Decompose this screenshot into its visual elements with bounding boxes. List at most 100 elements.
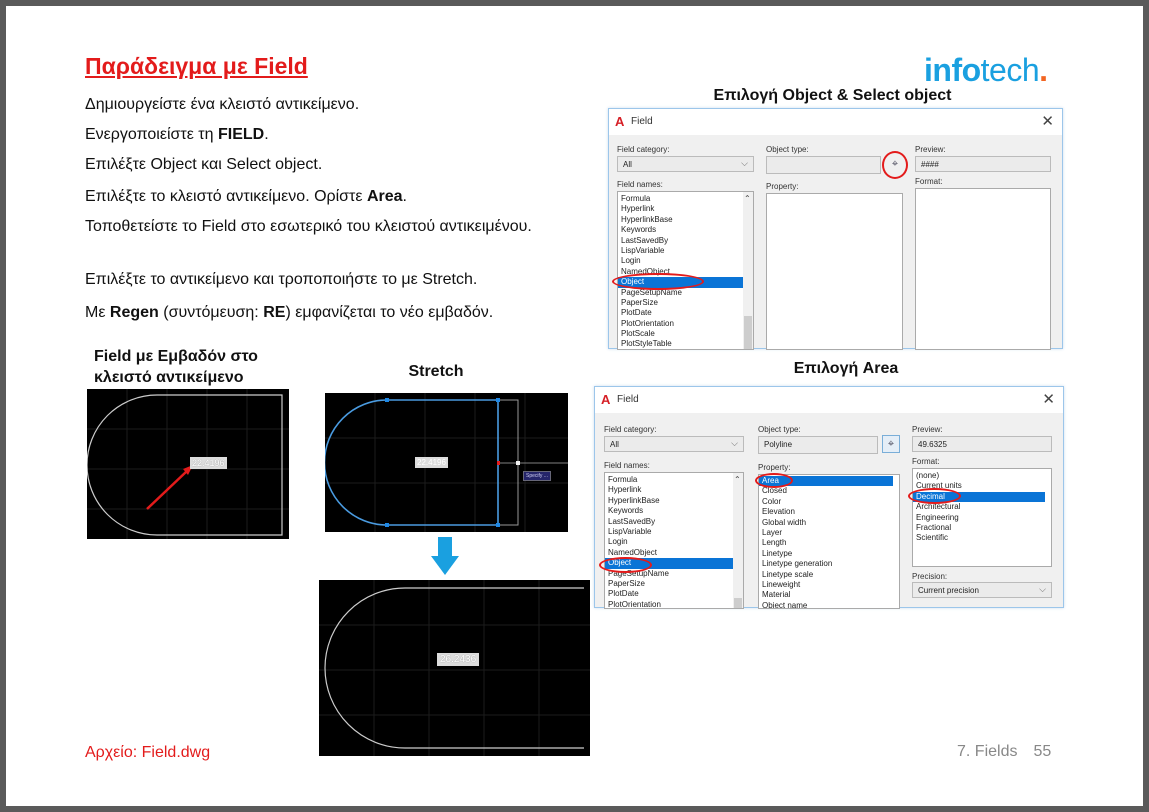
dialog-title: Field [617,394,639,405]
list-item[interactable]: Formula [605,475,743,485]
autocad-icon: A [615,114,625,129]
step-7: Με Regen (συντόμευση: RE) εμφανίζεται το… [85,302,560,323]
format-list[interactable] [915,188,1051,350]
property-list[interactable] [766,193,903,350]
scrollbar[interactable]: ⌃ [733,473,743,608]
select-object-button[interactable]: ⌖ [882,435,900,453]
list-item[interactable]: Color [759,497,899,507]
close-button[interactable]: ✕ [1042,390,1055,408]
slide: Παράδειγμα με Field infotech. Δημιουργεί… [6,6,1143,806]
list-item[interactable]: (none) [913,471,1051,481]
list-item[interactable]: Scientific [913,533,1051,543]
titlebar: A Field ✕ [595,387,1063,413]
step-keyword: Area [366,188,403,205]
property-label: Property: [766,182,799,191]
step-text: Επιλέξτε το αντικείμενο και τροποποιήστε… [85,271,478,288]
step-4: Επιλέξτε το κλειστό αντικείμενο. Ορίστε … [85,186,560,207]
field-category-select[interactable]: All [617,156,754,172]
list-item[interactable]: PaperSize [618,298,753,308]
dialog-title: Field [631,116,653,127]
list-item[interactable]: Lineweight [759,580,899,590]
field-names-list[interactable]: Formula Hyperlink HyperlinkBase Keywords Las… [604,472,744,609]
list-item[interactable]: HyperlinkBase [618,215,753,225]
highlight-ring [599,557,652,573]
list-item[interactable]: Object name [759,601,899,608]
list-item[interactable]: Formula [618,194,753,204]
field-names-list[interactable]: Formula Hyperlink HyperlinkBase Keywords Las… [617,191,754,350]
step-text: Επιλέξτε Object και Select object. [85,156,323,173]
step-text: Με [85,304,110,321]
list-item[interactable]: Elevation [759,507,899,517]
step-6: Επιλέξτε το αντικείμενο και τροποποιήστε… [85,269,560,290]
field-category-label: Field category: [617,145,670,154]
cad-view-stretch: 22.4196 Specify ... [325,393,568,532]
dialog2-caption: Επιλογή Area [793,360,899,377]
list-item[interactable]: PlotDate [618,308,753,318]
step-text: (συντόμευση: [158,304,264,321]
list-item[interactable]: Linetype scale [759,570,899,580]
list-item[interactable]: Material [759,590,899,600]
page-number: 55 [1033,743,1052,760]
step-keyword: Regen [109,304,159,321]
area-field-value: 22.4196 [190,457,227,469]
list-item[interactable]: Fractional [913,523,1051,533]
list-item[interactable]: LastSavedBy [605,517,743,527]
crosshair-icon: ⌖ [887,438,895,450]
list-item[interactable]: PlotOrientation [605,600,743,608]
format-label: Format: [915,177,943,186]
list-item[interactable]: Closed [759,486,899,496]
cad1-caption: Field με Εμβαδόν στο κλειστό αντικείμενο [94,348,258,386]
cad2-caption: Stretch [408,363,464,380]
preview-field: 49.6325 [912,436,1052,452]
list-item[interactable]: LispVariable [618,246,753,256]
dialog1-caption: Επιλογή Object & Select object [713,87,952,104]
step-text: Ενεργοποιείστε τη [85,126,218,143]
scrollbar[interactable]: ⌃ [743,192,753,349]
list-item[interactable]: Hyperlink [618,204,753,214]
list-item[interactable]: Layer [759,528,899,538]
list-item[interactable]: PlotScale [618,329,753,339]
precision-select[interactable]: Current precision [912,582,1052,598]
close-button[interactable]: ✕ [1041,112,1054,130]
format-list[interactable]: (none) Current units Decimal Architectural E… [912,468,1052,567]
field-category-label: Field category: [604,425,657,434]
slide-title: Παράδειγμα με Field [85,53,308,79]
section-name: 7. Fields [957,743,1018,760]
preview-label: Preview: [915,145,946,154]
footer-section: 7. Fields 55 [957,743,1051,761]
property-list[interactable]: Area Closed Color Elevation Global width Laye… [758,474,900,609]
list-item[interactable]: PlotDate [605,589,743,599]
list-item[interactable]: Keywords [605,506,743,516]
step-text: . [402,188,407,205]
list-item[interactable]: PlotOrientation [618,319,753,329]
list-item[interactable]: Keywords [618,225,753,235]
list-item[interactable]: PaperSize [605,579,743,589]
field-dialog-object: A Field ✕ Field category: All Field names:… [608,108,1063,350]
field-category-select[interactable]: All [604,436,744,452]
list-item[interactable]: Login [605,537,743,547]
list-item[interactable]: Linetype generation [759,559,899,569]
step-keyword: FIELD [217,126,265,143]
infotech-logo: infotech. [924,52,1048,88]
preview-label: Preview: [912,425,943,434]
list-item[interactable]: Global width [759,518,899,528]
field-names-label: Field names: [617,180,663,189]
stretched-polyline-drawing [319,580,590,756]
field-dialog-area: A Field ✕ Field category: All Field names:… [594,386,1064,609]
list-item[interactable]: LispVariable [605,527,743,537]
list-item[interactable]: Login [618,256,753,266]
list-item[interactable]: Hyperlink [605,485,743,495]
object-type-input[interactable]: Polyline [758,436,878,454]
list-item[interactable]: Linetype [759,549,899,559]
list-item[interactable]: PlotStyleTable [618,339,753,349]
highlight-ring [755,473,793,488]
list-item[interactable]: Engineering [913,513,1051,523]
list-item[interactable]: HyperlinkBase [605,496,743,506]
preview-field: #### [915,156,1051,172]
titlebar: A Field ✕ [609,109,1062,135]
step-text: Επιλέξτε το κλειστό αντικείμενο. Ορίστε [85,188,367,205]
object-type-input[interactable] [766,156,881,174]
list-item[interactable]: LastSavedBy [618,236,753,246]
list-item[interactable]: Length [759,538,899,548]
step-keyword: RE [263,304,286,321]
